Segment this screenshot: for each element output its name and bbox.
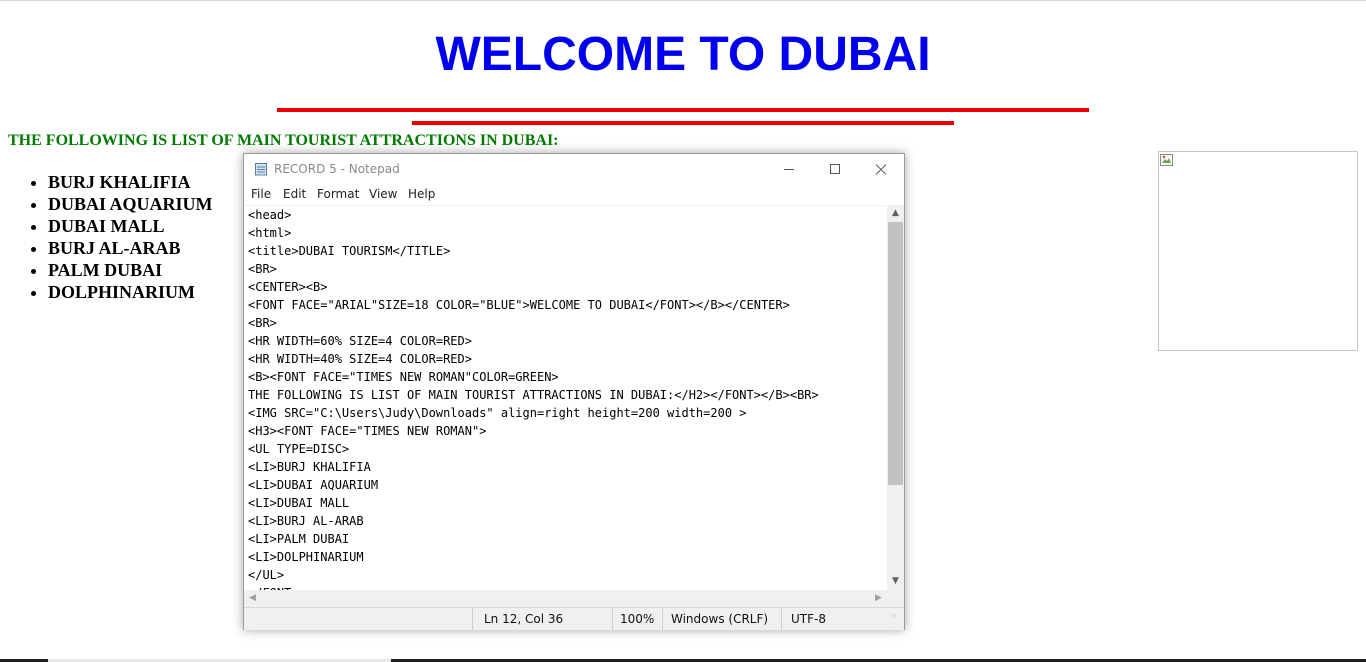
status-bar: Ln 12, Col 36 100% Windows (CRLF) UTF-8 … (244, 607, 904, 630)
editor-line: <HR WIDTH=60% SIZE=4 COLOR=RED> (248, 334, 472, 348)
resize-grip-icon[interactable]: ⁘ (890, 612, 898, 622)
attractions-heading: THE FOLLOWING IS LIST OF MAIN TOURIST AT… (8, 132, 559, 149)
scroll-down-icon[interactable]: ▼ (887, 573, 904, 590)
editor-text[interactable]: <head> <html> <title>DUBAI TOURISM</TITLE>… (248, 206, 819, 591)
list-item: PALM DUBAI (48, 259, 213, 281)
close-icon[interactable] (858, 154, 904, 185)
notepad-titlebar[interactable]: RECORD 5 - Notepad (244, 154, 904, 185)
status-separator (781, 608, 782, 630)
editor-line: <LI>DOLPHINARIUM (248, 550, 364, 564)
menu-help[interactable]: Help (408, 187, 435, 201)
top-border (0, 0, 1366, 1)
editor-line: THE FOLLOWING IS LIST OF MAIN TOURIST AT… (248, 388, 819, 402)
notepad-window[interactable]: RECORD 5 - Notepad File Edit Format View… (243, 153, 905, 630)
status-separator (662, 608, 663, 630)
page-title: WELCOME TO DUBAI (435, 28, 931, 81)
window-title: RECORD 5 - Notepad (274, 162, 400, 176)
editor-line: <IMG SRC="C:\Users\Judy\Downloads" align… (248, 406, 747, 420)
list-item: BURJ AL-ARAB (48, 237, 213, 259)
list-item: DOLPHINARIUM (48, 281, 213, 303)
zoom-level: 100% (620, 612, 655, 626)
horizontal-rule-60 (277, 108, 1089, 112)
maximize-icon[interactable] (812, 154, 858, 185)
menu-bar: File Edit Format View Help (244, 185, 904, 205)
status-separator (612, 608, 613, 630)
menu-file[interactable]: File (251, 187, 271, 201)
editor-line: <LI>BURJ AL-ARAB (248, 514, 364, 528)
editor-line: <head> (248, 208, 292, 222)
broken-image (1158, 151, 1358, 351)
list-item: DUBAI MALL (48, 215, 213, 237)
editor-line: <LI>BURJ KHALIFIA (248, 460, 371, 474)
text-editor[interactable]: <head> <html> <title>DUBAI TOURISM</TITLE>… (244, 205, 887, 591)
editor-line: <html> (248, 226, 292, 240)
editor-line: <LI>PALM DUBAI (248, 532, 350, 546)
horizontal-rule-40 (412, 121, 954, 125)
editor-line: <B><FONT FACE="TIMES NEW ROMAN"COLOR=GRE… (248, 370, 559, 384)
scrollbar-corner (887, 590, 904, 607)
scroll-left-icon[interactable]: ◀ (244, 590, 261, 607)
editor-line: <H3><FONT FACE="TIMES NEW ROMAN"> (248, 424, 487, 438)
notepad-icon (255, 163, 267, 176)
attractions-list: BURJ KHALIFIA DUBAI AQUARIUM DUBAI MALL … (8, 171, 213, 303)
broken-image-icon (1160, 154, 1173, 166)
editor-line: <title>DUBAI TOURISM</TITLE> (248, 244, 451, 258)
menu-edit[interactable]: Edit (283, 187, 306, 201)
line-endings: Windows (CRLF) (671, 612, 769, 626)
editor-line: <BR> (248, 262, 277, 276)
menu-format[interactable]: Format (317, 187, 359, 201)
cursor-position: Ln 12, Col 36 (484, 612, 564, 626)
status-separator (472, 608, 473, 630)
editor-line: <HR WIDTH=40% SIZE=4 COLOR=RED> (248, 352, 472, 366)
editor-line: <CENTER><B> (248, 280, 328, 294)
editor-line: <UL TYPE=DISC> (248, 442, 350, 456)
vertical-scrollbar[interactable]: ▲ ▼ (887, 205, 904, 590)
list-item: BURJ KHALIFIA (48, 171, 213, 193)
scrollbar-thumb[interactable] (888, 222, 903, 485)
list-item: DUBAI AQUARIUM (48, 193, 213, 215)
menu-view[interactable]: View (369, 187, 397, 201)
scroll-right-icon[interactable]: ▶ (870, 590, 887, 607)
editor-line: </UL> (248, 568, 285, 582)
scroll-up-icon[interactable]: ▲ (887, 205, 904, 222)
editor-line: <BR> (248, 316, 277, 330)
minimize-icon[interactable] (766, 154, 812, 185)
editor-line: <FONT FACE="ARIAL"SIZE=18 COLOR="BLUE">W… (248, 298, 790, 312)
editor-line: <LI>DUBAI AQUARIUM (248, 478, 379, 492)
encoding: UTF-8 (791, 612, 826, 626)
horizontal-scrollbar[interactable]: ◀ ▶ (244, 590, 887, 607)
editor-line: <LI>DUBAI MALL (248, 496, 350, 510)
